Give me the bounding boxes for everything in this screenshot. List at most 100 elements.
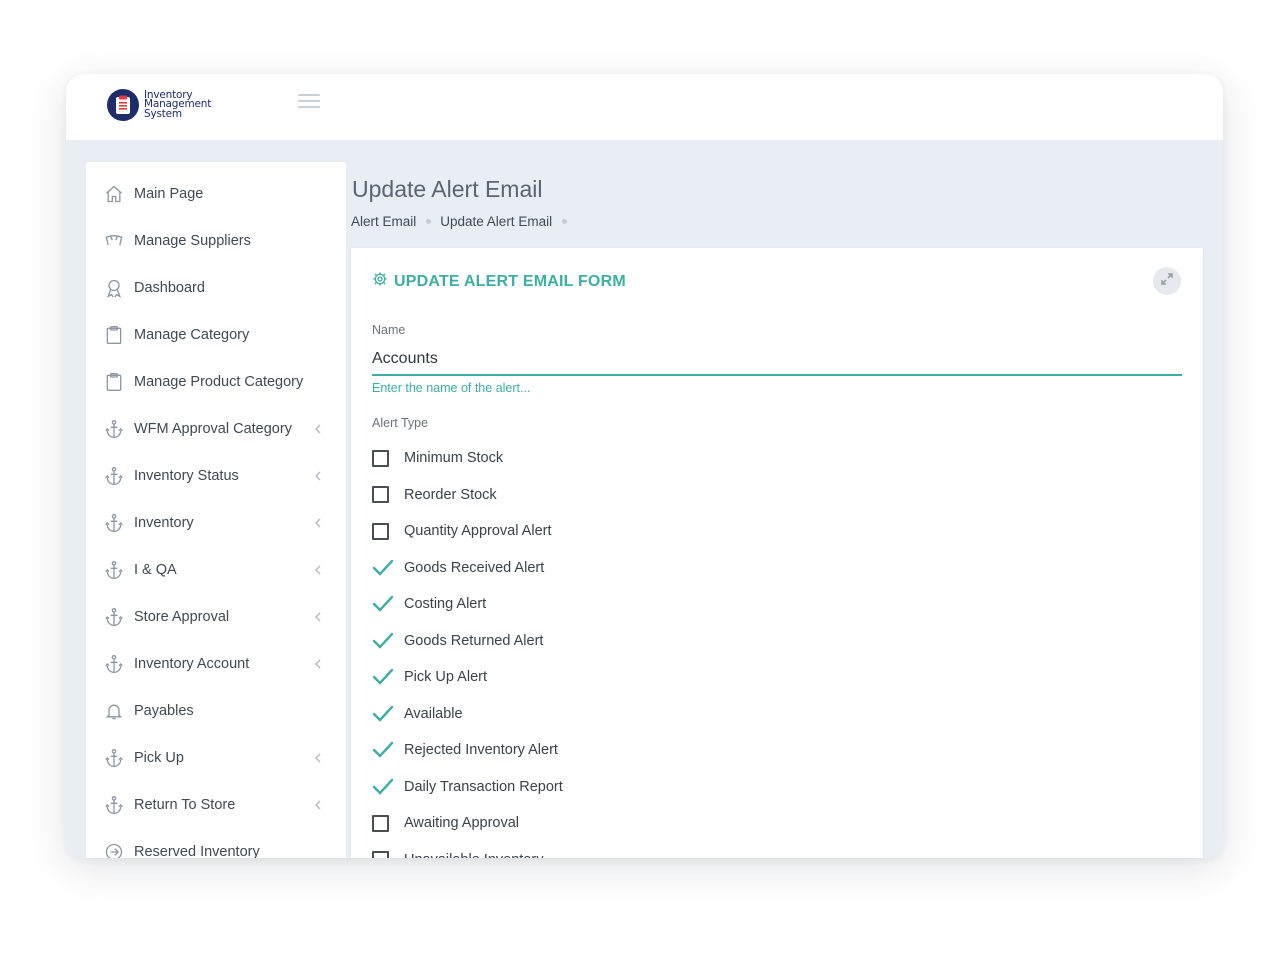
sidebar-item-label: I & QA (134, 562, 177, 578)
clipboard-icon (104, 372, 124, 392)
sidebar-item-label: Dashboard (134, 280, 205, 296)
chevron-left-icon[interactable] (312, 658, 324, 670)
sidebar: Main Page Manage Suppliers Dashboard Manage… (86, 162, 346, 858)
sidebar-item-inventory[interactable]: Inventory (86, 503, 346, 543)
home-icon (104, 184, 124, 204)
unchecked-box-icon[interactable] (372, 851, 389, 858)
checkbox-label: Daily Transaction Report (404, 778, 563, 795)
checkbox-rejected-inventory-alert[interactable]: Rejected Inventory Alert (372, 738, 558, 762)
checkbox-label: Available (404, 705, 463, 722)
unchecked-box-icon[interactable] (372, 814, 389, 832)
checkbox-label: Reorder Stock (404, 486, 497, 503)
expand-button[interactable] (1153, 267, 1181, 295)
chevron-left-icon[interactable] (312, 611, 324, 623)
sidebar-item-label: Inventory Account (134, 656, 250, 672)
checked-check-icon[interactable] (372, 558, 394, 578)
alert-type-label: Alert Type (372, 416, 429, 430)
checkbox-reorder-stock[interactable]: Reorder Stock (372, 483, 497, 507)
award-icon (104, 278, 124, 298)
chevron-left-icon[interactable] (312, 470, 324, 482)
breadcrumb-separator (426, 219, 432, 224)
checkbox-costing-alert[interactable]: Costing Alert (372, 592, 486, 616)
checked-check-icon[interactable] (372, 631, 394, 651)
sidebar-item-payables[interactable]: Payables (86, 691, 346, 731)
checkbox-available[interactable]: Available (372, 702, 463, 726)
checkbox-quantity-approval-alert[interactable]: Quantity Approval Alert (372, 519, 552, 543)
alert-email-form-card: UPDATE ALERT EMAIL FORM Name Enter the n… (351, 248, 1203, 858)
checkbox-awaiting-approval[interactable]: Awaiting Approval (372, 811, 519, 835)
arrow-circle-icon (104, 842, 124, 858)
app-name: Inventory Management System (144, 90, 211, 120)
sidebar-item-label: WFM Approval Category (134, 421, 292, 437)
sidebar-item-wfm-approval-category[interactable]: WFM Approval Category (86, 409, 346, 449)
breadcrumb-separator (562, 219, 568, 224)
checkbox-unavailable-inventory[interactable]: Unavailable Inventory (372, 848, 543, 858)
sidebar-item-dashboard[interactable]: Dashboard (86, 268, 346, 308)
sidebar-item-label: Manage Product Category (134, 374, 304, 390)
checkbox-goods-returned-alert[interactable]: Goods Returned Alert (372, 629, 543, 653)
sidebar-item-i-qa[interactable]: I & QA (86, 550, 346, 590)
breadcrumb-item-alert-email[interactable]: Alert Email (351, 214, 416, 229)
checked-check-icon[interactable] (372, 704, 394, 724)
sidebar-item-return-to-store[interactable]: Return To Store (86, 785, 346, 825)
sidebar-item-label: Main Page (134, 186, 204, 202)
sidebar-item-manage-suppliers[interactable]: Manage Suppliers (86, 221, 346, 261)
checkbox-label: Quantity Approval Alert (404, 523, 552, 539)
checkbox-goods-received-alert[interactable]: Goods Received Alert (372, 556, 544, 580)
form-header: UPDATE ALERT EMAIL FORM (372, 271, 626, 292)
checkbox-label: Awaiting Approval (404, 815, 520, 831)
sidebar-item-inventory-account[interactable]: Inventory Account (86, 644, 346, 684)
sidebar-item-pick-up[interactable]: Pick Up (86, 738, 346, 778)
chevron-left-icon[interactable] (312, 799, 324, 811)
checkbox-daily-transaction-report[interactable]: Daily Transaction Report (372, 775, 563, 799)
breadcrumb-item-current: Update Alert Email (440, 214, 553, 229)
app-window: Inventory Management System Main Page Man… (66, 74, 1223, 858)
checked-check-icon[interactable] (372, 777, 394, 797)
sidebar-item-reserved-inventory[interactable]: Reserved Inventory (86, 832, 346, 858)
sidebar-item-label: Manage Category (134, 327, 250, 343)
checkbox-pick-up-alert[interactable]: Pick Up Alert (372, 665, 487, 689)
clipboard-icon (104, 325, 124, 345)
checked-check-icon[interactable] (372, 594, 394, 614)
anchor-icon (104, 466, 124, 486)
sidebar-item-label: Inventory (134, 515, 194, 531)
sidebar-item-label: Store Approval (134, 609, 230, 625)
unchecked-box-icon[interactable] (372, 486, 389, 503)
app-logo[interactable]: Inventory Management System (107, 89, 211, 121)
name-label: Name (372, 323, 406, 337)
checkbox-minimum-stock[interactable]: Minimum Stock (372, 446, 503, 470)
anchor-icon (104, 513, 124, 533)
sidebar-item-manage-product-category[interactable]: Manage Product Category (86, 362, 346, 402)
chevron-left-icon[interactable] (312, 423, 324, 435)
anchor-icon (104, 795, 124, 815)
sidebar-item-label: Return To Store (134, 797, 236, 813)
sidebar-item-label: Reserved Inventory (134, 844, 260, 858)
checkbox-label: Goods Returned Alert (404, 632, 544, 649)
checked-check-icon[interactable] (372, 667, 394, 687)
page-title: Update Alert Email (352, 176, 543, 202)
checkbox-label: Unavailable Inventory (404, 852, 543, 859)
sidebar-item-manage-category[interactable]: Manage Category (86, 315, 346, 355)
chevron-left-icon[interactable] (312, 564, 324, 576)
chevron-left-icon[interactable] (312, 752, 324, 764)
menu-toggle-icon[interactable] (298, 94, 320, 110)
name-input[interactable] (372, 344, 1182, 376)
app-name-line: System (144, 107, 182, 120)
unchecked-box-icon[interactable] (372, 522, 389, 540)
sidebar-item-label: Payables (134, 703, 194, 719)
checkbox-label: Goods Received Alert (404, 559, 545, 576)
unchecked-box-icon[interactable] (372, 449, 389, 467)
sidebar-item-main-page[interactable]: Main Page (86, 174, 346, 214)
checked-check-icon[interactable] (372, 740, 394, 760)
sidebar-item-store-approval[interactable]: Store Approval (86, 597, 346, 637)
sidebar-item-inventory-status[interactable]: Inventory Status (86, 456, 346, 496)
checkbox-label: Rejected Inventory Alert (404, 742, 558, 758)
anchor-icon (104, 560, 124, 580)
anchor-icon (104, 748, 124, 768)
bell-icon (104, 701, 124, 721)
supplier-icon (104, 231, 124, 251)
chevron-left-icon[interactable] (312, 517, 324, 529)
sidebar-item-label: Pick Up (134, 750, 184, 766)
checkbox-label: Pick Up Alert (404, 669, 487, 685)
sidebar-item-label: Manage Suppliers (134, 233, 251, 249)
